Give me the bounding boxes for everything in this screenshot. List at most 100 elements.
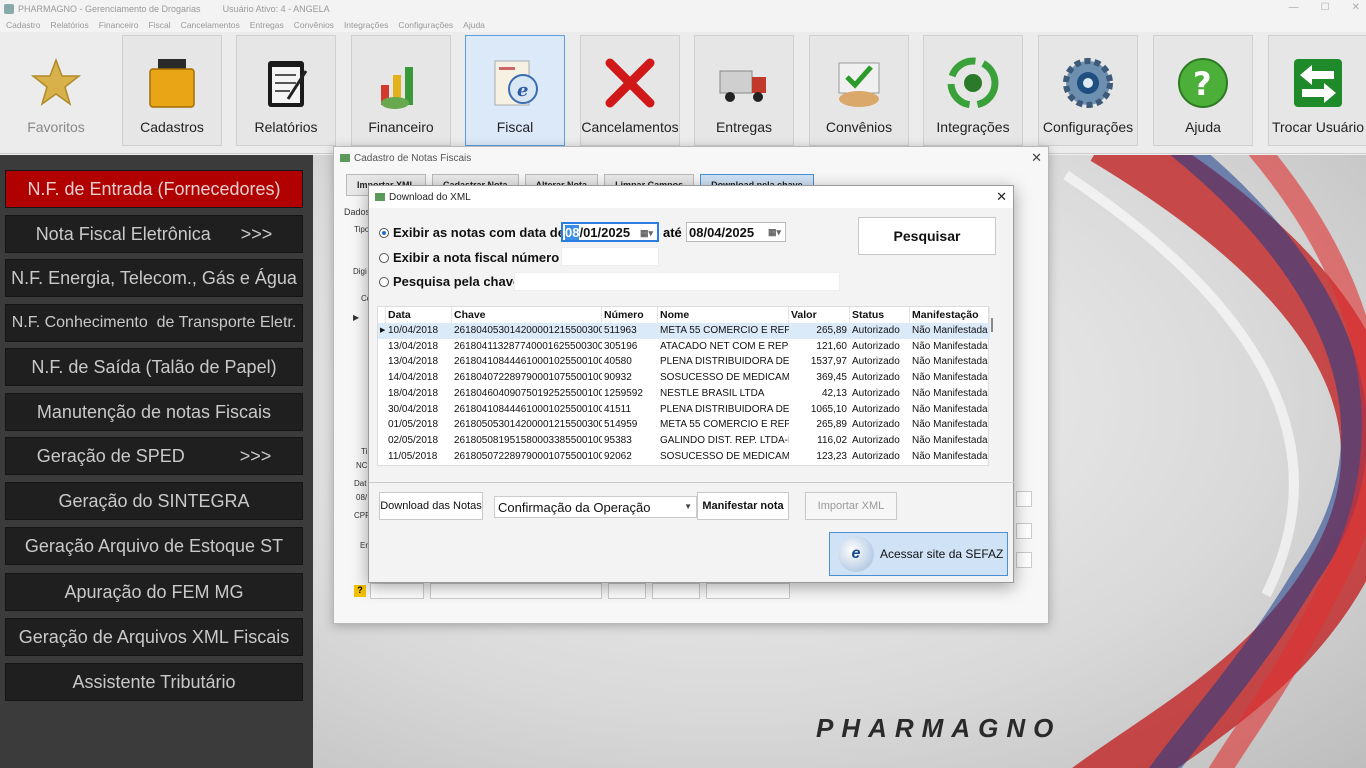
table-row[interactable]: 11/05/2018 26180507228979000107550010000 9… <box>378 449 990 465</box>
sidebar-item-fem-mg[interactable]: Apuração do FEM MG <box>5 573 303 611</box>
download-notas-button[interactable]: Download das Notas <box>379 492 483 520</box>
calendar-dropdown-icon[interactable]: ▦▾ <box>640 228 653 239</box>
table-row[interactable]: 01/05/2018 26180505301420000121550030005 5… <box>378 417 990 433</box>
table-cell: GALINDO DIST. REP. LTDA-FI <box>660 434 789 446</box>
toolbar-configuracoes[interactable]: Configurações <box>1038 35 1138 146</box>
close-icon[interactable]: ✕ <box>1352 2 1360 13</box>
col-data[interactable]: Data <box>386 307 452 323</box>
radio-number-option[interactable]: Exibir a nota fiscal número <box>379 250 559 265</box>
sidebar-item-manutencao[interactable]: Manutenção de notas Fiscais <box>5 393 303 431</box>
acessar-sefaz-button[interactable]: e Acessar site da SEFAZ <box>829 532 1008 576</box>
table-cell: 01/05/2018 <box>388 419 439 431</box>
table-row[interactable]: 14/04/2018 26180407228979000107550010000 9… <box>378 370 990 386</box>
col-valor[interactable]: Valor <box>789 307 850 323</box>
table-row[interactable]: ▶ 10/04/2018 26180405301420000121550030005… <box>378 323 990 339</box>
bottom-field-1[interactable] <box>370 583 424 599</box>
side-field-3[interactable] <box>1016 552 1032 568</box>
table-row[interactable]: 13/04/2018 26180411328774000162550030003 3… <box>378 339 990 355</box>
radio-date-label: Exibir as notas com data de <box>393 225 565 240</box>
minimize-icon[interactable]: — <box>1289 2 1299 13</box>
table-row[interactable]: 13/04/2018 26180410844461000102550010000 4… <box>378 354 990 370</box>
date-to-field[interactable]: 08/04/2025 ▦▾ <box>686 222 786 242</box>
dialog-titlebar: Download do XML <box>369 186 1013 208</box>
table-cell: 02/05/2018 <box>388 434 439 446</box>
pesquisar-button[interactable]: Pesquisar <box>858 217 996 255</box>
calendar-dropdown-icon[interactable]: ▦▾ <box>768 227 781 238</box>
toolbar-favoritos[interactable]: Favoritos <box>6 35 106 146</box>
toolbar-integracoes[interactable]: Integrações <box>923 35 1023 146</box>
bottom-field-4[interactable] <box>652 583 700 599</box>
sidebar-item-sintegra[interactable]: Geração do SINTEGRA <box>5 482 303 520</box>
menu-cancelamentos[interactable]: Cancelamentos <box>181 20 240 30</box>
sidebar-item-estoque-st[interactable]: Geração Arquivo de Estoque ST <box>5 527 303 565</box>
col-numero[interactable]: Número <box>602 307 658 323</box>
menu-financeiro[interactable]: Financeiro <box>99 20 139 30</box>
menu-cadastro[interactable]: Cadastro <box>6 20 41 30</box>
help-icon: ? <box>1175 55 1231 111</box>
col-chave[interactable]: Chave <box>452 307 602 323</box>
table-cell: 265,89 <box>816 325 847 336</box>
maximize-icon[interactable]: ☐ <box>1321 2 1330 13</box>
radio-date-option[interactable]: Exibir as notas com data de <box>379 225 565 240</box>
menu-convenios[interactable]: Convênios <box>294 20 334 30</box>
date-from-field[interactable]: 08/01/2025 ▦▾ <box>561 222 659 242</box>
main-toolbar: Favoritos Cadastros Relatórios Financeir… <box>0 32 1366 154</box>
toolbar-entregas[interactable]: Entregas <box>694 35 794 146</box>
sidebar-item-nf-entrada[interactable]: N.F. de Entrada (Fornecedores) <box>5 170 303 208</box>
toolbar-cadastros[interactable]: Cadastros <box>122 35 222 146</box>
sidebar-item-nf-energia[interactable]: N.F. Energia, Telecom., Gás e Água <box>5 259 303 297</box>
menu-configuracoes[interactable]: Configurações <box>398 20 453 30</box>
nota-number-input[interactable] <box>561 247 659 266</box>
menu-entregas[interactable]: Entregas <box>250 20 284 30</box>
radio-key-option[interactable]: Pesquisa pela chave <box>379 274 520 289</box>
manifestar-nota-button[interactable]: Manifestar nota <box>697 492 789 520</box>
table-row[interactable]: 30/04/2018 26180410844461000102550010000 4… <box>378 402 990 418</box>
radio-key[interactable] <box>379 276 389 287</box>
help-small-icon[interactable]: ? <box>354 585 366 597</box>
radio-number[interactable] <box>379 252 389 263</box>
table-row[interactable]: 18/04/2018 26180460409075019252550010012 1… <box>378 386 990 402</box>
table-row[interactable]: 02/05/2018 26180508195158000338550010000 9… <box>378 433 990 449</box>
menu-relatorios[interactable]: Relatórios <box>51 20 89 30</box>
sidebar-item-cte[interactable]: N.F. Conhecimento de Transporte Eletr. <box>5 304 303 342</box>
bottom-field-3[interactable] <box>608 583 646 599</box>
toolbar-cancelamentos[interactable]: Cancelamentos <box>580 35 680 146</box>
radio-date[interactable] <box>379 227 389 238</box>
table-cell: Não Manifestada <box>912 450 988 462</box>
col-manifestacao[interactable]: Manifestação <box>910 307 990 323</box>
toolbar-ajuda[interactable]: ? Ajuda <box>1153 35 1253 146</box>
toolbar-fiscal[interactable]: e Fiscal <box>465 35 565 146</box>
toolbar-trocar-usuario[interactable]: Trocar Usuário <box>1268 35 1366 146</box>
col-nome[interactable]: Nome <box>658 307 789 323</box>
chave-input[interactable] <box>514 272 840 291</box>
dialog-close-icon[interactable]: ✕ <box>996 189 1007 205</box>
toolbar-financeiro[interactable]: Financeiro <box>351 35 451 146</box>
table-cell: 14/04/2018 <box>388 372 439 384</box>
table-cell: NESTLE BRASIL LTDA <box>660 387 765 399</box>
table-cell: 90932 <box>604 372 632 384</box>
grid-scrollbar[interactable] <box>991 318 993 332</box>
bottom-field-5[interactable] <box>706 583 790 599</box>
digi-label: Digi <box>353 267 367 276</box>
menu-integracoes[interactable]: Integrações <box>344 20 388 30</box>
bottom-field-2[interactable] <box>430 583 602 599</box>
menu-fiscal[interactable]: Fiscal <box>148 20 170 30</box>
side-field-2[interactable] <box>1016 523 1032 539</box>
window-icon <box>340 154 350 162</box>
sidebar-item-sped[interactable]: Geração de SPED >>> <box>5 437 303 475</box>
toolbar-relatorios[interactable]: Relatórios <box>236 35 336 146</box>
operation-select-value: Confirmação da Operação <box>498 499 651 515</box>
col-status[interactable]: Status <box>850 307 910 323</box>
sidebar-item-nf-saida[interactable]: N.F. de Saída (Talão de Papel) <box>5 348 303 386</box>
sidebar-item-xml-fiscais[interactable]: Geração de Arquivos XML Fiscais <box>5 618 303 656</box>
sidebar-item-nfe[interactable]: Nota Fiscal Eletrônica >>> <box>5 215 303 253</box>
outer-close-icon[interactable]: ✕ <box>1031 150 1042 166</box>
table-cell: 26180505301420000121550030005 <box>454 419 602 431</box>
operation-select[interactable]: Confirmação da Operação ▼ <box>494 496 697 518</box>
side-field-1[interactable] <box>1016 491 1032 507</box>
toolbar-convenios[interactable]: Convênios <box>809 35 909 146</box>
brand-swirl <box>1063 155 1366 768</box>
menu-ajuda[interactable]: Ajuda <box>463 20 485 30</box>
sidebar-item-assistente[interactable]: Assistente Tributário <box>5 663 303 701</box>
importar-xml-button[interactable]: Importar XML <box>805 492 897 520</box>
